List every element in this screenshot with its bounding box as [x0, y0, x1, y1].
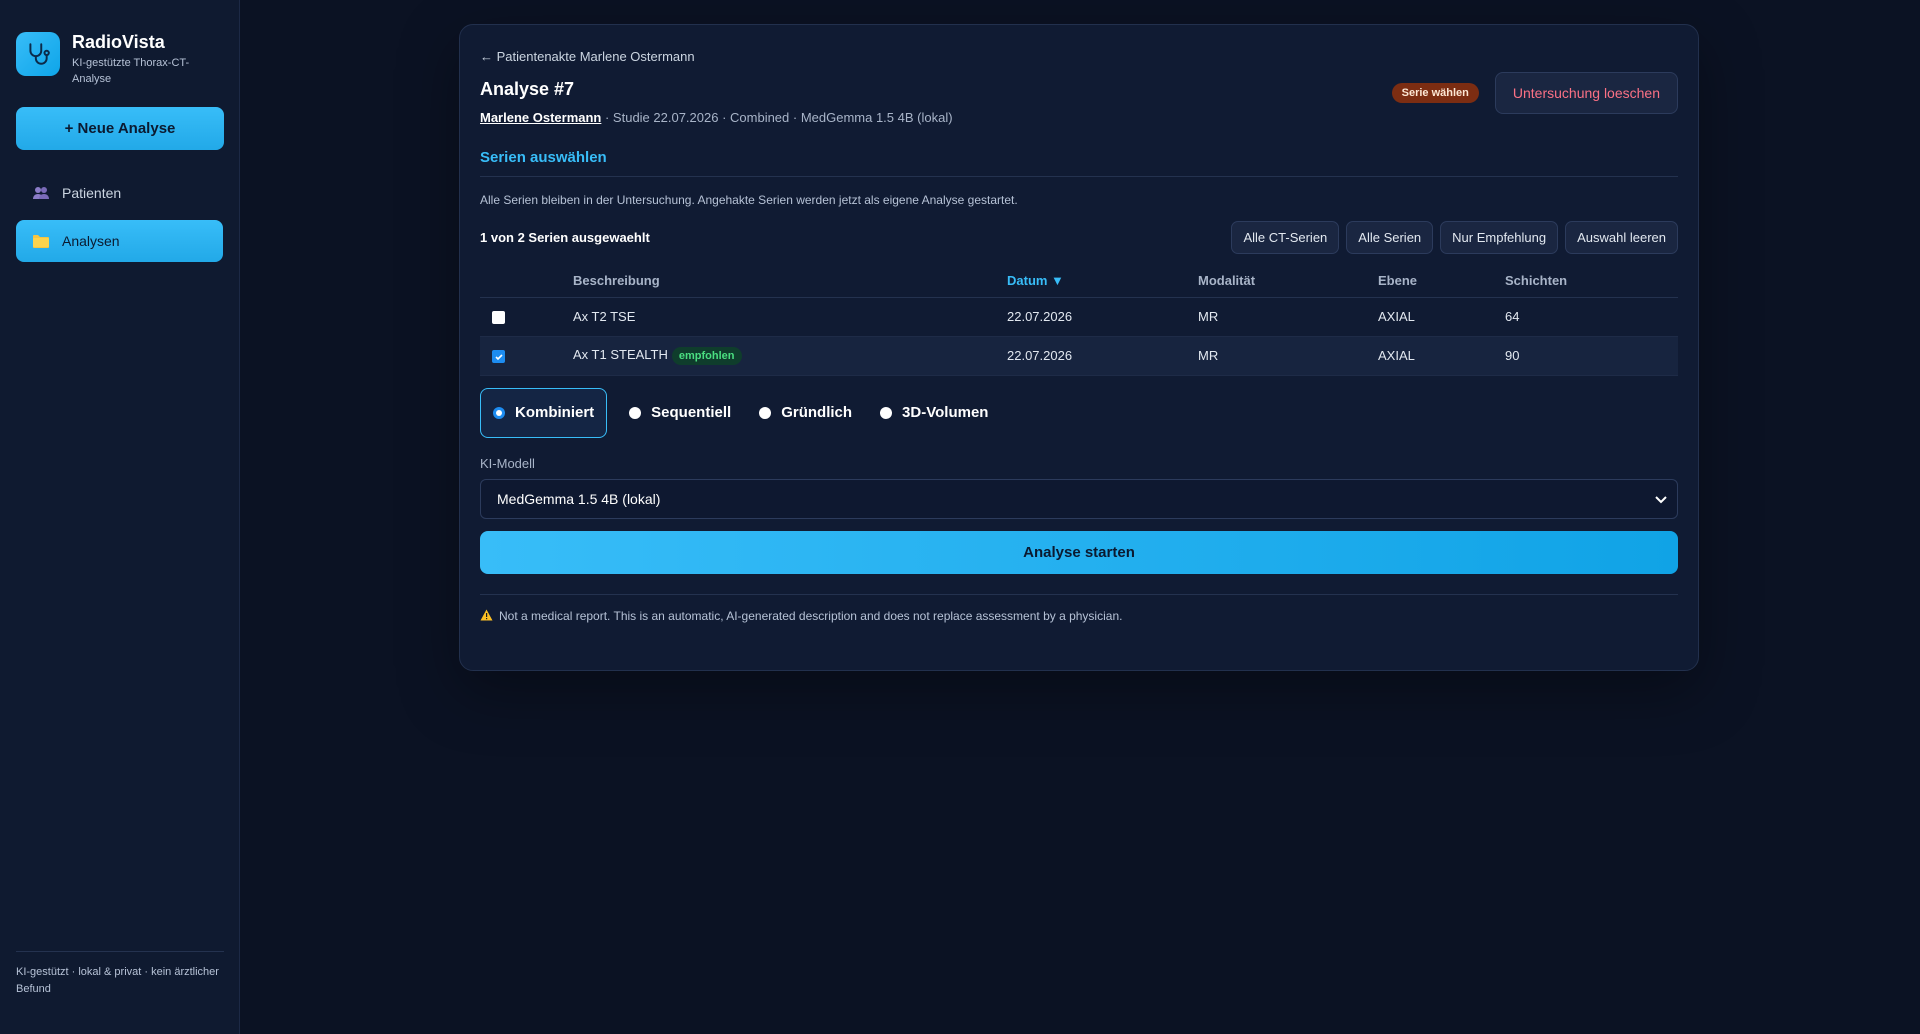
row-description-cell: Ax T1 STEALTH empfohlen: [573, 336, 1007, 376]
row-checkbox[interactable]: [492, 350, 505, 364]
folder-icon: [32, 233, 50, 249]
card-header: Analyse #7 Marlene Ostermann · Studie 22…: [480, 72, 1678, 125]
sidebar-item-patients[interactable]: Patienten: [16, 172, 223, 214]
row-modality: MR: [1198, 297, 1378, 337]
delete-exam-button[interactable]: Untersuchung loeschen: [1494, 72, 1678, 114]
model-select[interactable]: MedGemma 1.5 4B (lokal): [480, 478, 1678, 519]
row-description: Ax T1 STEALTH: [573, 346, 668, 362]
model-select-value: MedGemma 1.5 4B (lokal): [497, 490, 661, 507]
row-slices: 90: [1505, 336, 1678, 376]
recommended-badge: empfohlen: [671, 346, 742, 365]
column-header-slices[interactable]: Schichten: [1505, 264, 1678, 298]
chevron-down-icon: [1655, 491, 1667, 507]
mode-combined[interactable]: Kombiniert: [480, 387, 608, 438]
all-series-button[interactable]: Alle Serien: [1346, 221, 1434, 254]
row-plane: AXIAL: [1378, 297, 1505, 337]
column-header-select: [480, 264, 573, 298]
column-header-description[interactable]: Beschreibung: [573, 264, 1007, 298]
disclaimer-text: Not a medical report. This is an automat…: [499, 609, 1123, 623]
series-table: Beschreibung Datum ▼ Modalität Ebene Sch…: [480, 264, 1678, 376]
meta-details: · Studie 22.07.2026 · Combined · MedGemm…: [601, 110, 953, 125]
all-ct-series-button[interactable]: Alle CT-Serien: [1231, 221, 1340, 254]
sidebar-footer: KI-gestützt · lokal & privat · kein ärzt…: [16, 951, 224, 998]
brand-subtitle: KI-gestützte Thorax-CT-Analyse: [72, 57, 190, 85]
mode-label: Gründlich: [781, 404, 853, 421]
row-checkbox[interactable]: [492, 311, 505, 325]
app-root: RadioVista KI-gestützte Thorax-CT-Analys…: [0, 0, 1920, 1034]
row-slices: 64: [1505, 297, 1678, 337]
series-info: Alle Serien bleiben in der Untersuchung.…: [480, 193, 1018, 207]
mode-sequential[interactable]: Sequentiell: [617, 388, 743, 438]
analysis-card: ← Patientenakte Marlene Ostermann Analys…: [459, 24, 1699, 671]
header-actions: Serie wählen Untersuchung loeschen: [1391, 72, 1678, 114]
model-label: KI-Modell: [480, 455, 535, 471]
check-icon: [494, 353, 503, 360]
row-description: Ax T2 TSE: [573, 297, 1007, 337]
disclaimer: Not a medical report. This is an automat…: [480, 593, 1678, 624]
mode-label: Sequentiell: [651, 404, 732, 421]
analysis-mode-group: Kombiniert Sequentiell Gründlich 3D-Volu…: [480, 387, 1678, 438]
radio-button[interactable]: [880, 406, 893, 419]
analysis-meta: Marlene Ostermann · Studie 22.07.2026 · …: [480, 110, 953, 125]
page-title: Analyse #7: [480, 79, 575, 99]
clear-selection-button[interactable]: Auswahl leeren: [1565, 221, 1678, 254]
selection-count: 1 von 2 Serien ausgewaehlt: [480, 230, 650, 245]
series-section-title: Serien auswählen: [480, 149, 1678, 177]
main-area: ← Patientenakte Marlene Ostermann Analys…: [240, 0, 1920, 1034]
start-analysis-button[interactable]: Analyse starten: [480, 530, 1678, 574]
column-header-plane[interactable]: Ebene: [1378, 264, 1505, 298]
row-plane: AXIAL: [1378, 336, 1505, 376]
table-row[interactable]: Ax T2 TSE 22.07.2026 MR AXIAL 64: [480, 297, 1678, 337]
sidebar-item-label: Analysen: [62, 233, 120, 249]
sidebar-item-analyses[interactable]: Analysen: [16, 220, 223, 262]
radio-button[interactable]: [629, 406, 642, 419]
new-analysis-button[interactable]: + Neue Analyse: [16, 107, 224, 150]
users-icon: [32, 185, 50, 201]
table-header-row: Beschreibung Datum ▼ Modalität Ebene Sch…: [480, 264, 1678, 298]
selection-row: 1 von 2 Serien ausgewaehlt Alle CT-Serie…: [480, 221, 1678, 254]
row-modality: MR: [1198, 336, 1378, 376]
radio-button[interactable]: [759, 406, 772, 419]
patient-link[interactable]: Marlene Ostermann: [480, 110, 601, 125]
row-date: 22.07.2026: [1007, 297, 1198, 337]
mode-label: Kombiniert: [515, 404, 595, 421]
table-row[interactable]: Ax T1 STEALTH empfohlen 22.07.2026 MR AXI…: [480, 336, 1678, 376]
sidebar-item-label: Patienten: [62, 185, 122, 201]
mode-label: 3D-Volumen: [902, 404, 989, 421]
status-badge: Serie wählen: [1391, 83, 1479, 103]
row-date: 22.07.2026: [1007, 336, 1198, 376]
radio-button[interactable]: [493, 406, 505, 419]
stethoscope-icon: [16, 32, 60, 76]
mode-3d-volume[interactable]: 3D-Volumen: [868, 388, 1000, 438]
sidebar: RadioVista KI-gestützte Thorax-CT-Analys…: [0, 0, 240, 1034]
mode-thorough[interactable]: Gründlich: [747, 388, 864, 438]
sidebar-nav: Patienten Analysen: [16, 172, 223, 262]
brand-name: RadioVista: [72, 32, 165, 52]
brand: RadioVista KI-gestützte Thorax-CT-Analys…: [16, 30, 223, 87]
column-header-modality[interactable]: Modalität: [1198, 264, 1378, 298]
back-link[interactable]: ← Patientenakte Marlene Ostermann: [480, 49, 1678, 64]
warning-icon: [480, 609, 493, 624]
recommended-only-button[interactable]: Nur Empfehlung: [1440, 221, 1559, 254]
filter-buttons: Alle CT-Serien Alle Serien Nur Empfehlun…: [1231, 221, 1678, 254]
column-header-date[interactable]: Datum ▼: [1007, 264, 1198, 298]
